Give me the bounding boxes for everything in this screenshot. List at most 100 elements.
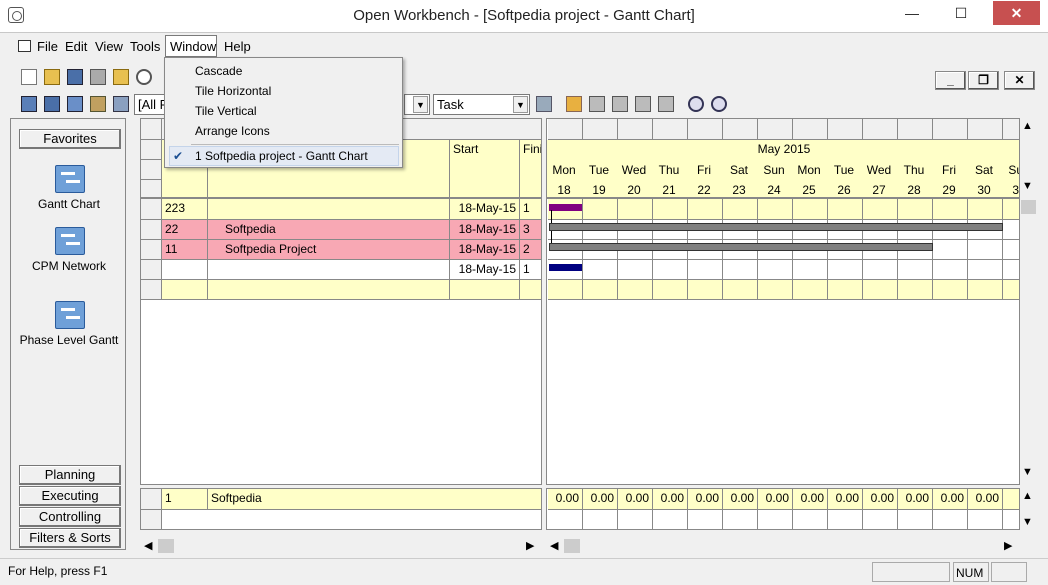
gantt-cell[interactable]	[688, 260, 723, 280]
gantt-chart-icon[interactable]	[55, 165, 85, 193]
task-finish-cell[interactable]: 2	[520, 240, 542, 260]
task-name-cell[interactable]: Softpedia Project	[208, 240, 450, 260]
link-icon[interactable]	[635, 96, 651, 112]
folder-icon[interactable]	[113, 69, 129, 85]
bottom-value-cell[interactable]: 0.	[1003, 489, 1019, 510]
bottom-empty-cell[interactable]	[898, 510, 933, 529]
bottom-empty-cell[interactable]	[933, 510, 968, 529]
print-icon[interactable]	[90, 69, 106, 85]
gantt-cell[interactable]	[968, 260, 1003, 280]
close-button[interactable]: ✕	[993, 1, 1040, 25]
controlling-button[interactable]: Controlling	[19, 507, 121, 527]
bottom-empty-cell[interactable]	[968, 510, 1003, 529]
unlink-icon[interactable]	[658, 96, 674, 112]
task-finish-cell[interactable]	[520, 280, 542, 300]
row-header[interactable]	[141, 489, 162, 510]
scroll-thumb[interactable]	[158, 539, 174, 553]
zoom-in-icon[interactable]	[688, 96, 704, 112]
task-start-cell[interactable]: 18-May-15	[450, 220, 520, 240]
task-finish-cell[interactable]: 3	[520, 220, 542, 240]
gantt-cell[interactable]	[618, 280, 653, 300]
gantt-cell[interactable]	[583, 260, 618, 280]
menu-help[interactable]: Help	[224, 39, 251, 54]
zoom-out-icon[interactable]	[711, 96, 727, 112]
bottom-empty-cell[interactable]	[828, 510, 863, 529]
timescale-cell[interactable]	[653, 119, 688, 140]
bottom-vertical-scrollbar[interactable]: ▲ ▼	[1021, 488, 1038, 530]
task-name-cell[interactable]	[208, 260, 450, 280]
row-header[interactable]	[141, 280, 162, 300]
menu-edit[interactable]: Edit	[65, 39, 87, 54]
task-name-cell[interactable]	[208, 280, 450, 300]
timescale-cell[interactable]	[933, 119, 968, 140]
gantt-cell[interactable]	[828, 280, 863, 300]
gantt-cell[interactable]	[933, 280, 968, 300]
gantt-cell[interactable]	[1003, 240, 1019, 260]
summary-bar[interactable]	[549, 204, 582, 211]
bottom-empty-cell[interactable]	[583, 510, 618, 529]
bottom-empty-cell[interactable]	[793, 510, 828, 529]
gantt-cell[interactable]	[688, 199, 723, 220]
gantt-cell[interactable]	[898, 260, 933, 280]
chevron-right-icon[interactable]: ▶	[526, 539, 534, 552]
gantt-cell[interactable]	[898, 199, 933, 220]
task-bar-softpedia-project[interactable]	[549, 243, 933, 251]
timescale-cell[interactable]	[688, 119, 723, 140]
gantt-cell[interactable]	[968, 199, 1003, 220]
chevron-left-icon[interactable]: ◀	[550, 539, 558, 552]
start-column-header[interactable]: Start	[450, 140, 520, 198]
gantt-cell[interactable]	[758, 280, 793, 300]
save-icon[interactable]	[67, 69, 83, 85]
task-start-cell[interactable]	[450, 280, 520, 300]
gantt-cell[interactable]	[933, 260, 968, 280]
filter-dropdown-arrow[interactable]: ▼	[404, 94, 430, 115]
bottom-value-cell[interactable]: 0.00	[723, 489, 758, 510]
gantt-cell[interactable]	[758, 199, 793, 220]
view-select[interactable]: Task ▼	[433, 94, 530, 115]
bottom-value-cell[interactable]: 0.00	[968, 489, 1003, 510]
bottom-value-cell[interactable]: 0.00	[793, 489, 828, 510]
timescale-cell[interactable]	[968, 119, 1003, 140]
bottom-empty-cell[interactable]	[723, 510, 758, 529]
bottom-value-cell[interactable]: 0.00	[898, 489, 933, 510]
menu-tools[interactable]: Tools	[130, 39, 160, 54]
grid-horizontal-scrollbar[interactable]: ◀ ▶	[140, 538, 542, 555]
menu-item-tile-vertical[interactable]: Tile Vertical	[195, 104, 257, 118]
gantt-cell[interactable]	[653, 280, 688, 300]
gantt-cell[interactable]	[968, 240, 1003, 260]
gantt-cell[interactable]	[723, 260, 758, 280]
menu-item-arrange-icons[interactable]: Arrange Icons	[195, 124, 270, 138]
chevron-right-icon[interactable]: ▶	[1004, 539, 1012, 552]
bottom-value-cell[interactable]: 0.00	[933, 489, 968, 510]
gantt-cell[interactable]	[863, 199, 898, 220]
gantt-cell[interactable]	[793, 280, 828, 300]
gantt-cell[interactable]	[583, 280, 618, 300]
task-id-cell[interactable]: 223	[162, 199, 208, 220]
menu-item-cascade[interactable]: Cascade	[195, 64, 242, 78]
gantt-cell[interactable]	[1003, 260, 1019, 280]
planning-button[interactable]: Planning	[19, 465, 121, 485]
timescale-cell[interactable]	[583, 119, 618, 140]
open-icon[interactable]	[44, 69, 60, 85]
bottom-value-cell[interactable]: 0.00	[863, 489, 898, 510]
bottom-value-cell[interactable]: 0.00	[758, 489, 793, 510]
executing-button[interactable]: Executing	[19, 486, 121, 506]
gantt-cell[interactable]	[793, 199, 828, 220]
task-id-cell[interactable]: 11	[162, 240, 208, 260]
timescale-cell[interactable]	[863, 119, 898, 140]
task-name-cell[interactable]: Softpedia	[208, 220, 450, 240]
task-start-cell[interactable]: 18-May-15	[450, 260, 520, 280]
minimize-button[interactable]: —	[893, 1, 931, 25]
gantt-horizontal-scrollbar[interactable]: ◀ ▶	[546, 538, 1020, 555]
timescale-cell[interactable]	[793, 119, 828, 140]
chevron-up-icon[interactable]: ▲	[1022, 490, 1033, 502]
row-header[interactable]	[141, 220, 162, 240]
timescale-cell[interactable]	[1003, 119, 1019, 140]
window-icon[interactable]	[67, 96, 83, 112]
task-id-cell[interactable]: 22	[162, 220, 208, 240]
gantt-cell[interactable]	[898, 280, 933, 300]
row-header[interactable]	[141, 180, 162, 198]
gantt-cell[interactable]	[1003, 220, 1019, 240]
gantt-cell[interactable]	[653, 199, 688, 220]
task-finish-cell[interactable]: 1	[520, 260, 542, 280]
